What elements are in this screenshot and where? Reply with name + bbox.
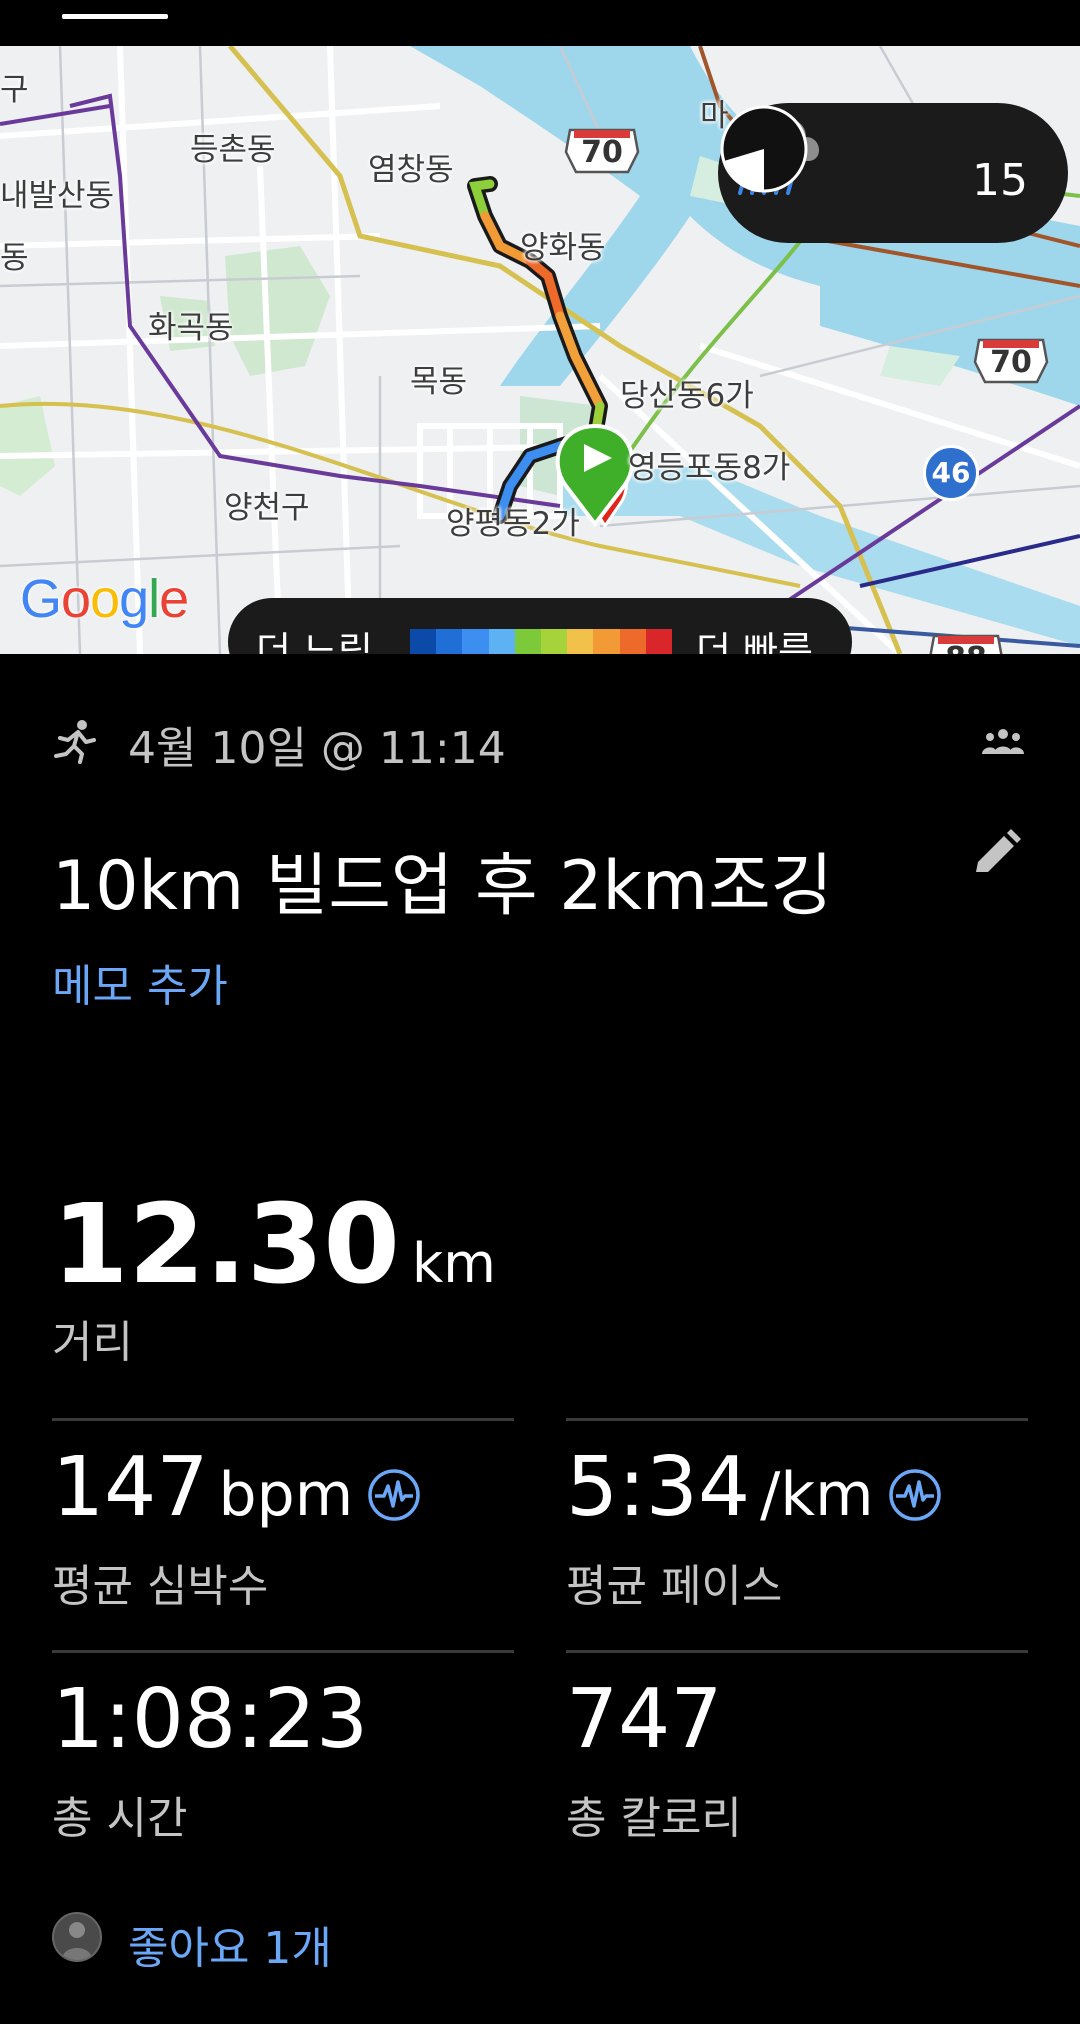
- pace-color-swatch: [541, 629, 568, 654]
- map-label-dong: 동: [0, 240, 29, 276]
- pace-unit: /km: [760, 1460, 874, 1530]
- calories-stat: 747 총 칼로리: [566, 1672, 1036, 1852]
- pace-color-swatch: [462, 629, 489, 654]
- divider: [52, 1650, 514, 1653]
- pace-color-swatch: [593, 629, 620, 654]
- pace-number: 5:34: [566, 1440, 751, 1535]
- map-label-gu: 구: [0, 72, 29, 108]
- group-icon[interactable]: [982, 728, 1024, 754]
- map-label-yeomchang: 염창동: [368, 152, 454, 188]
- pace-color-swatch: [514, 629, 542, 654]
- heart-rate-stat[interactable]: 147 bpm 평균 심박수: [52, 1440, 522, 1620]
- total-time-label: 총 시간: [52, 1793, 188, 1844]
- map-label-dangsan: 당산동6가: [620, 378, 754, 414]
- pace-color-swatch: [436, 629, 463, 654]
- pace-color-scale: [410, 629, 673, 654]
- pace-color-swatch: [645, 629, 673, 654]
- pace-color-swatch: [410, 629, 437, 654]
- distance-label: 거리: [52, 1317, 133, 1368]
- activity-date: 4월 10일 @ 11:14: [128, 723, 506, 774]
- route-shield-88-label: 88: [930, 632, 1002, 654]
- heart-rate-monitor-icon: [368, 1469, 420, 1521]
- likes-count-link[interactable]: 좋아요 1개: [128, 1912, 332, 1976]
- uv-index-dial: [720, 105, 808, 193]
- heart-rate-number: 147: [52, 1440, 209, 1535]
- total-time-stat: 1:08:23 총 시간: [52, 1672, 522, 1852]
- status-bar: [0, 0, 1080, 46]
- divider: [566, 1650, 1028, 1653]
- map-label-yeongdeungpo: 영등포동8가: [628, 450, 791, 486]
- activity-meta: 4월 10일 @ 11:14: [52, 712, 1028, 774]
- pace-color-swatch: [619, 629, 646, 654]
- edit-pencil-icon[interactable]: [968, 826, 1024, 882]
- add-memo-link[interactable]: 메모 추가: [52, 950, 228, 1014]
- map-label-yangcheon: 양천구: [224, 490, 310, 526]
- pace-monitor-icon: [888, 1469, 941, 1521]
- distance-unit: km: [411, 1232, 496, 1295]
- divider: [52, 1418, 514, 1421]
- heart-rate-unit: bpm: [218, 1460, 354, 1530]
- divider: [566, 1418, 1028, 1421]
- map-label-naebalsan: 내발산동: [0, 178, 115, 214]
- pace-stat[interactable]: 5:34/km 평균 페이스: [566, 1440, 1036, 1620]
- uv-index-value: 15: [972, 155, 1028, 206]
- route-shield-70b-label: 70: [990, 345, 1032, 380]
- pace-legend-fast: 더 빠름: [696, 629, 813, 654]
- pace-color-swatch: [488, 629, 515, 654]
- pace-label: 평균 페이스: [566, 1561, 783, 1612]
- heart-rate-label: 평균 심박수: [52, 1561, 269, 1612]
- route-map[interactable]: 구 등촌동 염창동 내발산동 동 양화동 화곡동 목동 당산동6가 영등포동8가…: [0, 46, 1080, 654]
- map-label-mok: 목동: [410, 364, 468, 400]
- total-time-value: 1:08:23: [52, 1672, 369, 1767]
- status-indicator: [62, 14, 168, 19]
- pace-legend: 더 느림 더 빠름: [228, 598, 852, 654]
- distance-number: 12.30: [52, 1180, 400, 1308]
- pace-legend-slow: 더 느림: [256, 629, 373, 654]
- pace-color-swatch: [567, 629, 594, 654]
- weather-widget[interactable]: 9° 15: [718, 103, 1068, 243]
- route-46-badge: 46: [923, 445, 979, 501]
- activity-title: 10km 빌드업 후 2km조깅: [52, 847, 834, 926]
- google-logo: Google: [20, 569, 189, 629]
- map-label-hwagok: 화곡동: [148, 310, 234, 346]
- calories-label: 총 칼로리: [566, 1793, 742, 1844]
- distance-value: 12.30 km: [52, 1180, 496, 1308]
- calories-value: 747: [566, 1672, 723, 1767]
- map-label-yanghwa: 양화동: [520, 230, 606, 266]
- map-label-yangpyeong: 양평동2가: [446, 506, 580, 542]
- map-label-deungchon: 등촌동: [190, 132, 276, 168]
- running-icon: [54, 720, 96, 764]
- avatar: [52, 1912, 102, 1962]
- route-shield-70-label: 70: [581, 135, 623, 170]
